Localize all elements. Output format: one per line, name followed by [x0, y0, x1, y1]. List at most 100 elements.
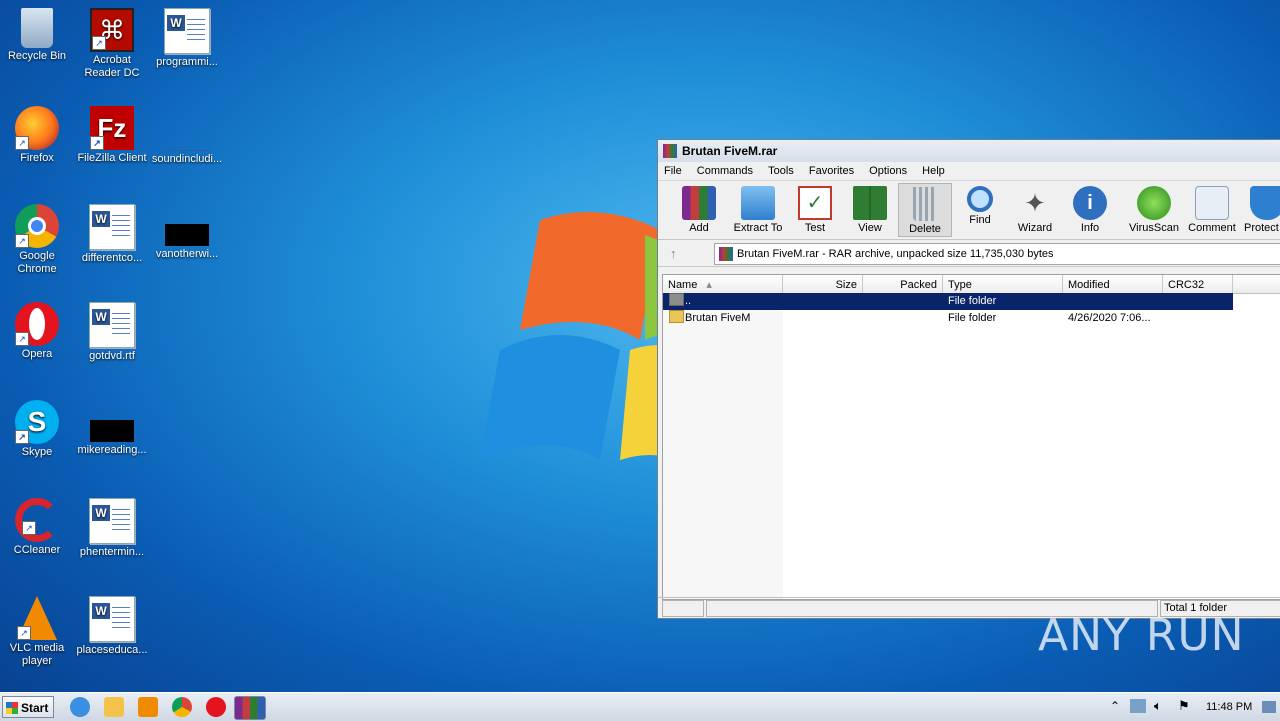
desktop-icon-vanotherwi[interactable]: vanotherwi...	[150, 204, 224, 261]
desktop-icon-label: mikereading...	[77, 444, 147, 456]
desktop-icon-placeseduca[interactable]: W placeseduca...	[75, 596, 149, 657]
view-book-icon	[853, 186, 887, 220]
ie-icon[interactable]	[70, 697, 90, 717]
black-file-icon	[90, 420, 134, 442]
opera-taskbar-icon[interactable]	[206, 697, 226, 717]
chrome-taskbar-icon[interactable]	[172, 697, 192, 717]
protect-button[interactable]: Protect	[1242, 183, 1280, 237]
desktop-icon-label: phentermin...	[79, 546, 145, 558]
menu-file[interactable]: File	[658, 162, 688, 180]
menu-favorites[interactable]: Favorites	[803, 162, 860, 180]
extract-to-button[interactable]: Extract To	[728, 183, 788, 237]
add-button[interactable]: Add	[672, 183, 726, 237]
watermark: ANY RUN	[1038, 610, 1245, 661]
desktop-icon-label: Skype	[21, 446, 53, 458]
recycle-bin-icon	[21, 8, 53, 48]
window-titlebar[interactable]: Brutan FiveM.rar	[658, 140, 1280, 162]
opera-icon: ↗	[15, 302, 59, 346]
delete-button[interactable]: Delete	[898, 183, 952, 237]
desktop-icon-vlc[interactable]: ↗ VLC media player	[0, 596, 74, 668]
info-button[interactable]: i Info	[1063, 183, 1117, 237]
menu-commands[interactable]: Commands	[691, 162, 759, 180]
network-icon[interactable]	[1130, 699, 1146, 713]
skype-icon: S ↗	[15, 400, 59, 444]
comment-icon	[1195, 186, 1229, 220]
desktop-icon-label: Google Chrome	[17, 250, 57, 275]
column-type[interactable]: Type	[943, 275, 1063, 293]
word-document-icon: W	[89, 498, 135, 544]
desktop-icon-label: Recycle Bin	[7, 50, 67, 62]
column-packed[interactable]: Packed	[863, 275, 943, 293]
row-type: File folder	[948, 312, 997, 324]
desktop-icon-opera[interactable]: ↗ Opera	[0, 302, 74, 361]
table-row[interactable]: .. File folder	[663, 293, 1233, 310]
desktop-icon-gotdvd[interactable]: W gotdvd.rtf	[75, 302, 149, 363]
name-column-tint	[663, 293, 783, 599]
sort-arrow-icon: ▴	[706, 279, 712, 291]
menu-help[interactable]: Help	[916, 162, 951, 180]
desktop-icon-programmi[interactable]: W programmi...	[150, 8, 224, 69]
desktop-icon-chrome[interactable]: ↗ Google Chrome	[0, 204, 74, 276]
desktop-icon-phentermin[interactable]: W phentermin...	[75, 498, 149, 559]
find-button[interactable]: Find	[953, 183, 1007, 237]
desktop-icon-label: soundincludi...	[151, 153, 223, 165]
desktop-icon-firefox[interactable]: ↗ Firefox	[0, 106, 74, 165]
desktop-icon-label: Opera	[21, 348, 53, 360]
desktop-icon-label: programmi...	[156, 56, 218, 68]
toolbar: Add Extract To ✓ Test View Delete Find ✦…	[658, 181, 1280, 240]
desktop-icon-filezilla[interactable]: Fz ↗ FileZilla Client	[75, 106, 149, 165]
show-hidden-icons-icon[interactable]: ⌃	[1110, 699, 1120, 713]
shield-icon	[1250, 186, 1280, 220]
volume-icon[interactable]: 🔈︎	[1154, 698, 1162, 714]
test-button[interactable]: ✓ Test	[788, 183, 842, 237]
desktop-icon-acrobat[interactable]: ⌘ ↗ Acrobat Reader DC	[75, 8, 149, 80]
column-crc32[interactable]: CRC32	[1163, 275, 1233, 293]
winrar-taskbar-icon[interactable]	[234, 696, 266, 720]
desktop-icon-recycle-bin[interactable]: Recycle Bin	[0, 8, 74, 63]
desktop-icon-label: FileZilla Client	[77, 152, 147, 164]
table-row[interactable]: Brutan FiveM File folder 4/26/2020 7:06.…	[663, 310, 1233, 327]
word-document-icon: W	[89, 596, 135, 642]
up-arrow-icon[interactable]: ↑	[670, 246, 677, 261]
menu-options[interactable]: Options	[863, 162, 913, 180]
desktop-icon-mikereading[interactable]: mikereading...	[75, 400, 149, 457]
view-button[interactable]: View	[843, 183, 897, 237]
explorer-icon[interactable]	[104, 697, 124, 717]
show-desktop-icon[interactable]	[1262, 701, 1276, 713]
virus-scan-icon	[1137, 186, 1171, 220]
desktop-icon-label: VLC media player	[9, 642, 65, 667]
row-modified: 4/26/2020 7:06...	[1068, 312, 1151, 324]
column-name[interactable]: Name ▴	[663, 275, 783, 293]
start-button[interactable]: Start	[2, 696, 54, 718]
desktop-icon-skype[interactable]: S ↗ Skype	[0, 400, 74, 459]
media-player-icon[interactable]	[138, 697, 158, 717]
comment-button[interactable]: Comment	[1184, 183, 1240, 237]
drive-icon[interactable]	[662, 600, 704, 617]
column-modified[interactable]: Modified	[1063, 275, 1163, 293]
column-size[interactable]: Size	[783, 275, 863, 293]
winrar-icon	[719, 247, 733, 261]
desktop-icon-soundincludi[interactable]: soundincludi...	[150, 106, 224, 166]
address-text: Brutan FiveM.rar - RAR archive, unpacked…	[737, 248, 1054, 260]
desktop-icon-label: Acrobat Reader DC	[84, 54, 140, 79]
desktop-icon-label: Firefox	[20, 152, 54, 164]
wizard-button[interactable]: ✦ Wizard	[1008, 183, 1062, 237]
menu-bar: File Commands Tools Favorites Options He…	[658, 162, 1280, 181]
add-archive-icon	[682, 186, 716, 220]
desktop-icon-differentco[interactable]: W differentco...	[75, 204, 149, 265]
word-document-icon: W	[89, 302, 135, 348]
magnifier-icon	[967, 186, 993, 212]
address-field[interactable]: Brutan FiveM.rar - RAR archive, unpacked…	[714, 243, 1280, 265]
column-header: Name ▴ Size Packed Type Modified CRC32	[663, 275, 1280, 294]
action-center-flag-icon[interactable]: ⚑	[1178, 698, 1190, 714]
virusscan-button[interactable]: VirusScan	[1124, 183, 1184, 237]
clock[interactable]: 11:48 PM	[1206, 693, 1252, 721]
desktop-icon-ccleaner[interactable]: ↗ CCleaner	[0, 498, 74, 557]
menu-tools[interactable]: Tools	[762, 162, 800, 180]
chrome-icon: ↗	[15, 204, 59, 248]
test-clipboard-icon: ✓	[798, 186, 832, 220]
row-name: ..	[685, 295, 692, 307]
black-file-icon	[165, 224, 209, 246]
windows-flag-icon	[6, 702, 18, 714]
winrar-icon	[663, 144, 677, 158]
